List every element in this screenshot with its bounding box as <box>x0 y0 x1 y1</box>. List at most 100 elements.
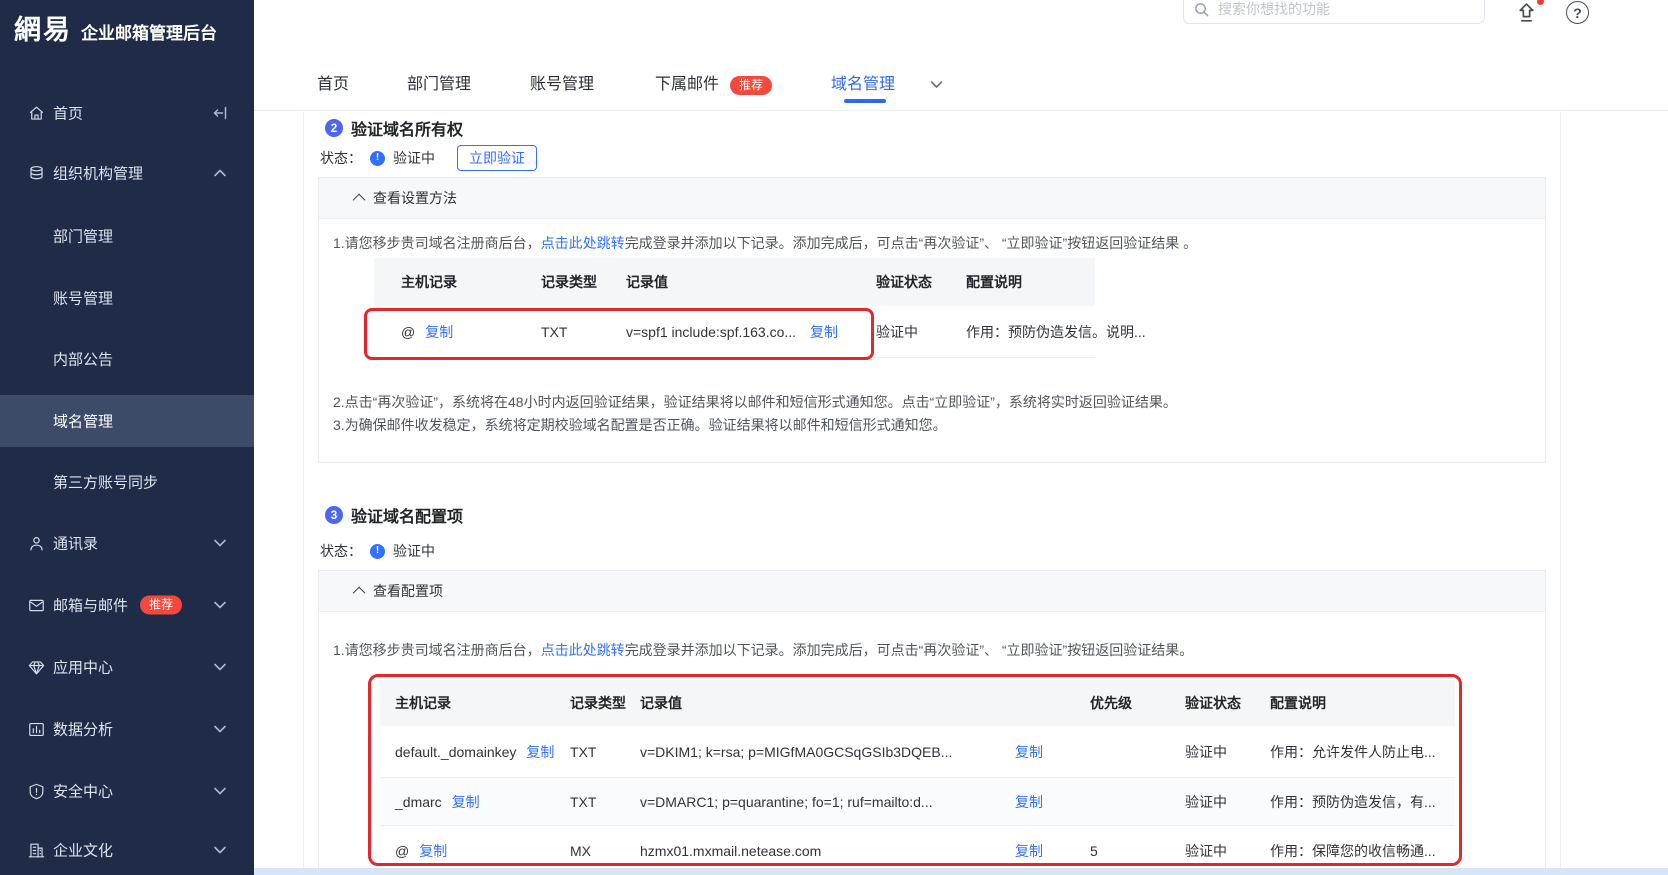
step-number-badge: 3 <box>325 506 343 524</box>
verify-status: 验证中 <box>1185 841 1270 861</box>
help-icon[interactable]: ? <box>1566 1 1589 24</box>
logo-title: 企业邮箱管理后台 <box>81 19 217 44</box>
copy-link[interactable]: 复制 <box>1015 742 1043 762</box>
copy-link[interactable]: 复制 <box>419 841 447 861</box>
sidebar-item-internal-notice[interactable]: 内部公告 <box>0 342 254 376</box>
search-icon <box>1194 2 1209 17</box>
sidebar-item-home[interactable]: 首页 <box>0 96 254 130</box>
recommend-badge: 推荐 <box>730 76 772 95</box>
copy-link[interactable]: 复制 <box>526 742 554 762</box>
status-value: 验证中 <box>393 148 435 168</box>
record-desc: 作用：保障您的收信畅通... <box>1270 841 1455 861</box>
host-record: default._domainkey <box>395 744 516 760</box>
sidebar-item-label: 第三方账号同步 <box>53 472 158 493</box>
copy-link[interactable]: 复制 <box>1015 841 1043 861</box>
sidebar-item-account-management[interactable]: 账号管理 <box>0 281 254 315</box>
tab-account[interactable]: 账号管理 <box>530 74 594 96</box>
step-number-badge: 2 <box>325 119 343 137</box>
netease-logo: 網易 <box>14 8 72 47</box>
config-table-header: 主机记录 记录类型 记录值 优先级 验证状态 配置说明 <box>380 680 1455 726</box>
sidebar-item-third-party-sync[interactable]: 第三方账号同步 <box>0 465 254 499</box>
sidebar-item-label: 内部公告 <box>53 349 113 370</box>
verify-status: 验证中 <box>1185 742 1270 762</box>
admin-console: 網易 企业邮箱管理后台 首页 组织机构管理 部门管理 账号管理 <box>0 0 1668 875</box>
page-bottom-strip <box>254 868 1668 875</box>
gem-icon <box>26 657 46 677</box>
chevron-up-icon <box>212 165 228 181</box>
active-tab-underline <box>844 99 886 103</box>
config-items-panel-header[interactable]: 查看配置项 <box>319 571 1545 612</box>
sidebar-item-dept-management[interactable]: 部门管理 <box>0 219 254 253</box>
jump-link[interactable]: 点击此处跳转 <box>541 235 625 251</box>
tab-domain[interactable]: 域名管理 <box>831 74 895 96</box>
info-icon: ! <box>370 151 385 166</box>
copy-link[interactable]: 复制 <box>810 322 838 342</box>
panel-title: 查看配置项 <box>373 581 443 601</box>
notification-dot <box>1537 0 1544 5</box>
record-value: v=DKIM1; k=rsa; p=MIGfMA0GCSqGSIb3DQEB..… <box>640 744 1015 760</box>
sidebar-item-domain-management[interactable]: 域名管理 <box>0 395 254 447</box>
status-label: 状态： <box>320 541 362 561</box>
sidebar-item-label: 通讯录 <box>53 533 98 554</box>
record-value: hzmx01.mxmail.netease.com <box>640 843 1015 859</box>
sidebar-item-org-management[interactable]: 组织机构管理 <box>0 156 254 190</box>
building-icon <box>26 840 46 860</box>
tab-home[interactable]: 首页 <box>317 74 349 96</box>
chevron-down-icon <box>212 597 228 613</box>
copy-link[interactable]: 复制 <box>425 322 453 342</box>
sidebar-item-label: 账号管理 <box>53 288 113 309</box>
chevron-down-icon <box>212 842 228 858</box>
record-type: TXT <box>541 324 626 340</box>
tab-dept[interactable]: 部门管理 <box>407 74 471 96</box>
sidebar-item-label: 邮箱与邮件 <box>53 595 128 616</box>
sidebar-item-mail[interactable]: 邮箱与邮件 推荐 <box>0 588 254 622</box>
section-title: 验证域名所有权 <box>351 116 463 140</box>
setup-method-panel-header[interactable]: 查看设置方法 <box>319 178 1545 219</box>
collapse-caret-icon <box>353 586 366 599</box>
chevron-down-icon <box>212 659 228 675</box>
host-record: @ <box>395 843 409 859</box>
sidebar-item-contacts[interactable]: 通讯录 <box>0 526 254 560</box>
sidebar-item-label: 首页 <box>53 103 83 124</box>
sidebar-item-label: 组织机构管理 <box>53 163 143 184</box>
logo: 網易 企业邮箱管理后台 <box>14 8 217 47</box>
tab-sub-mail[interactable]: 下属邮件 <box>655 74 719 96</box>
chevron-down-icon <box>212 783 228 799</box>
record-value: v=spf1 include:spf.163.co... <box>626 324 810 340</box>
verify-status: 验证中 <box>1185 792 1270 812</box>
search-input[interactable] <box>1216 0 1474 18</box>
sidebar-item-label: 安全中心 <box>53 781 113 802</box>
sidebar-item-app-center[interactable]: 应用中心 <box>0 650 254 684</box>
copy-link[interactable]: 复制 <box>1015 792 1043 812</box>
config-status-row: 状态： ! 验证中 <box>320 538 435 564</box>
section-config-header: 3 验证域名配置项 <box>325 503 463 527</box>
dns-record-row: _dmarc 复制 TXT v=DMARC1; p=quarantine; fo… <box>380 778 1455 826</box>
host-record: @ <box>401 324 415 340</box>
sidebar-item-data-analysis[interactable]: 数据分析 <box>0 712 254 746</box>
sidebar-item-corp-culture[interactable]: 企业文化 <box>0 833 254 867</box>
ownership-status-row: 状态： ! 验证中 立即验证 <box>320 145 537 171</box>
section-title: 验证域名配置项 <box>351 503 463 527</box>
chevron-down-icon <box>212 721 228 737</box>
dns-table-header: 主机记录 记录类型 记录值 验证状态 配置说明 <box>374 258 1095 306</box>
record-desc: 作用：预防伪造发信。说明... <box>966 322 1095 342</box>
bar-chart-icon <box>26 719 46 739</box>
collapse-sidebar-icon[interactable] <box>212 105 228 121</box>
panel-title: 查看设置方法 <box>373 188 457 208</box>
search-box <box>1183 0 1485 24</box>
copy-link[interactable]: 复制 <box>452 792 480 812</box>
chevron-down-icon[interactable] <box>930 80 943 89</box>
verify-now-button[interactable]: 立即验证 <box>457 145 537 171</box>
jump-link[interactable]: 点击此处跳转 <box>541 642 625 658</box>
sidebar-item-label: 域名管理 <box>53 411 113 432</box>
announcement-icon[interactable] <box>1516 2 1537 25</box>
sidebar-item-label: 部门管理 <box>53 226 113 247</box>
status-value: 验证中 <box>393 541 435 561</box>
person-icon <box>26 533 46 553</box>
config-instruction: 1.请您移步贵司域名注册商后台，点击此处跳转完成登录并添加以下记录。添加完成后，… <box>333 640 1193 660</box>
verify-status: 验证中 <box>876 322 966 342</box>
sidebar-item-security-center[interactable]: 安全中心 <box>0 774 254 808</box>
record-desc: 作用：允许发件人防止电... <box>1270 742 1455 762</box>
record-value: v=DMARC1; p=quarantine; fo=1; ruf=mailto… <box>640 794 1015 810</box>
sidebar-item-label: 企业文化 <box>53 840 113 861</box>
